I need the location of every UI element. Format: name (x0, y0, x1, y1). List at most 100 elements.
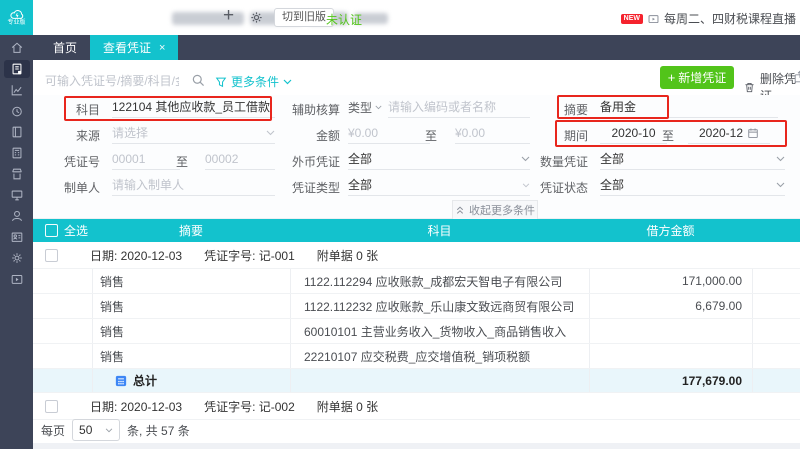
plus-icon: + (668, 71, 676, 84)
summary-field[interactable]: 备用金 (600, 97, 778, 118)
foreign-dropdown[interactable]: 全部 (348, 149, 530, 170)
sidebar-item-salary[interactable] (4, 207, 30, 225)
vtype-dropdown[interactable]: 全部 (348, 175, 530, 196)
tutorial-icon (10, 272, 24, 286)
vtype-label: 凭证类型 (273, 179, 340, 196)
add-account-button[interactable]: + (223, 5, 234, 27)
trash-icon (743, 81, 756, 94)
cell-debit: 6,679.00 (589, 294, 752, 318)
aux-label: 辅助核算 (273, 101, 340, 118)
export-icon[interactable] (793, 70, 800, 84)
app-logo[interactable]: 专业版 (0, 0, 33, 35)
sidebar-item-reports[interactable] (4, 81, 30, 99)
search-input[interactable]: 可输入凭证号/摘要/科目/金额... (45, 72, 179, 96)
sidebar-item-voucher[interactable] (4, 60, 30, 78)
sidebar-item-books[interactable] (4, 123, 30, 141)
source-label: 来源 (33, 127, 100, 144)
voucher-line-row[interactable]: 销售1122.112232 应收账款_乐山康文致远商贸有限公司6,679.00 (33, 294, 800, 319)
preparer-field[interactable]: 请输入制单人 (112, 175, 275, 196)
cell-summary: 销售 (92, 319, 290, 343)
cell-debit (589, 344, 752, 368)
row-checkbox[interactable] (45, 400, 58, 413)
period-label: 期间 (521, 127, 588, 144)
cell-summary: 销售 (92, 294, 290, 318)
tab-home[interactable]: 首页 (40, 35, 90, 60)
sidebar-item-contacts[interactable] (4, 228, 30, 246)
assets-icon (10, 188, 24, 202)
new-badge: NEW (621, 14, 643, 24)
sidebar-item-home[interactable] (4, 39, 30, 57)
range-to-label: 至 (403, 127, 437, 144)
qty-voucher-dropdown[interactable]: 全部 (600, 149, 785, 170)
source-dropdown[interactable]: 请选择 (112, 123, 275, 144)
amount-label: 金额 (273, 127, 340, 144)
home-icon (10, 41, 24, 55)
sidebar-nav (0, 35, 33, 449)
salary-icon (10, 209, 24, 223)
cloud-logo-icon (9, 8, 25, 20)
cell-debit (589, 319, 752, 343)
voucher-group-header[interactable]: 日期: 2020-12-03凭证字号: 记-002附单据 0 张 (33, 393, 800, 420)
cell-subject: 22210107 应交税费_应交增值税_销项税额 (290, 344, 589, 368)
preparer-label: 制单人 (33, 179, 100, 196)
status-dropdown[interactable]: 全部 (600, 175, 785, 196)
top-bar: 专业版 + 切到旧版 未认证 NEW 每周二、四财税课程直播 (0, 0, 800, 35)
reports-icon (10, 83, 24, 97)
group-total-row: 总计 177,679.00 (33, 369, 800, 393)
main-content: 可输入凭证号/摘要/科目/金额... 更多条件 + 新增凭证 删除凭证 (33, 60, 800, 449)
sidebar-item-tutorial[interactable] (4, 270, 30, 288)
settings-icon (10, 251, 24, 265)
voucher-line-row[interactable]: 销售60010101 主营业务收入_货物收入_商品销售收入 (33, 319, 800, 344)
group-attachments: 附单据 0 张 (317, 247, 378, 264)
total-label: 总计 (133, 372, 157, 389)
tab-bar: 首页 查看凭证 × (0, 35, 800, 60)
close-tab-icon[interactable]: × (159, 42, 165, 54)
group-date: 日期: 2020-12-03 (90, 398, 182, 415)
calendar-icon[interactable] (747, 127, 759, 139)
sidebar-item-settings[interactable] (4, 249, 30, 267)
subject-field[interactable]: 122104 其他应收款_员工借款 (112, 97, 275, 118)
aux-type-dropdown[interactable]: 类型 (348, 97, 382, 118)
funnel-icon (215, 76, 227, 88)
select-all-label: 全选 (64, 222, 88, 239)
voucher-table: 全选 摘要 科目 借方金额 日期: 2020-12-03凭证字号: 记-001附… (33, 219, 800, 420)
tab-view-voucher[interactable]: 查看凭证 × (90, 35, 178, 60)
subject-label: 科目 (33, 101, 100, 118)
aux-code-field[interactable]: 请输入编码或者名称 (388, 97, 530, 118)
filter-panel: 科目 122104 其他应收款_员工借款 辅助核算 类型 请输入编码或者名称 摘… (33, 95, 800, 219)
live-course-link[interactable]: NEW 每周二、四财税课程直播 (621, 10, 796, 27)
cell-subject: 60010101 主营业务收入_货物收入_商品销售收入 (290, 319, 589, 343)
chevron-down-icon (283, 79, 292, 85)
sidebar-item-funds[interactable] (4, 102, 30, 120)
period-to-field[interactable]: 2020-12 (688, 123, 770, 144)
voucherno-label: 凭证号 (33, 153, 100, 170)
total-debit-value: 177,679.00 (589, 369, 752, 392)
sidebar-item-assets[interactable] (4, 186, 30, 204)
search-icon[interactable] (191, 73, 206, 88)
voucherno-to-field[interactable]: 00002 (205, 149, 275, 170)
books-icon (10, 125, 24, 139)
gear-icon[interactable] (249, 10, 264, 25)
unverified-status[interactable]: 未认证 (326, 11, 362, 28)
voucher-line-row[interactable]: 销售22210107 应交税费_应交增值税_销项税额 (33, 344, 800, 369)
page-size-select[interactable]: 50 (72, 419, 120, 441)
cell-summary: 销售 (92, 269, 290, 293)
switch-to-old-version-button[interactable]: 切到旧版 (274, 8, 334, 27)
sidebar-item-invoice[interactable] (4, 144, 30, 162)
row-checkbox[interactable] (45, 249, 58, 262)
amount-to-field[interactable]: ¥0.00 (455, 123, 530, 144)
voucher-line-row[interactable]: 销售1122.112294 应收账款_成都宏天智电子有限公司171,000.00 (33, 269, 800, 294)
collapse-filters-button[interactable]: 收起更多条件 (452, 200, 538, 219)
invoice-icon (10, 146, 24, 160)
voucher-group-header[interactable]: 日期: 2020-12-03凭证字号: 记-001附单据 0 张 (33, 242, 800, 269)
status-label: 凭证状态 (521, 179, 588, 196)
add-voucher-button[interactable]: + 新增凭证 (660, 66, 734, 89)
summary-label: 摘要 (521, 101, 588, 118)
sidebar-item-tax[interactable] (4, 165, 30, 183)
range-to-label: 至 (640, 127, 674, 144)
group-date: 日期: 2020-12-03 (90, 247, 182, 264)
per-page-label: 每页 (41, 422, 65, 439)
select-all-checkbox[interactable] (45, 224, 58, 237)
more-filters-toggle[interactable]: 更多条件 (215, 73, 292, 90)
header-debit: 借方金额 (589, 222, 752, 239)
